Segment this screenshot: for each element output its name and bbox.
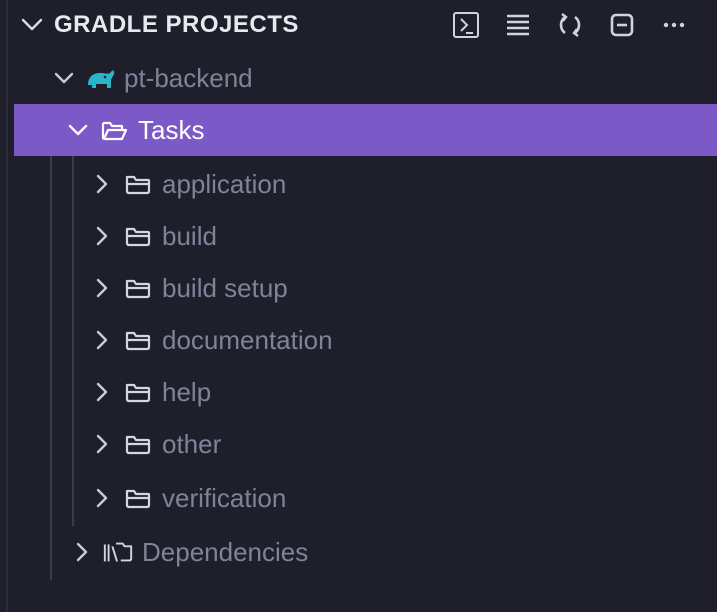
chevron-right-icon[interactable] — [88, 326, 116, 354]
tree-item-task-group[interactable]: build — [14, 210, 717, 262]
dependencies-label: Dependencies — [142, 536, 309, 567]
folder-icon — [122, 272, 154, 304]
chevron-right-icon[interactable] — [88, 484, 116, 512]
more-icon[interactable] — [655, 6, 693, 44]
folder-open-icon — [98, 114, 130, 146]
task-group-label: help — [162, 376, 212, 407]
task-group-label: other — [162, 428, 222, 459]
panel-header[interactable]: GRADLE PROJECTS — [0, 0, 717, 50]
project-label: pt-backend — [124, 62, 253, 93]
folder-icon — [122, 220, 154, 252]
task-group-label: documentation — [162, 324, 333, 355]
task-group-label: verification — [162, 482, 287, 513]
tree-item-task-group[interactable]: application — [14, 158, 717, 210]
gradle-elephant-icon — [84, 62, 116, 94]
chevron-down-icon[interactable] — [18, 11, 46, 39]
terminal-icon[interactable] — [447, 6, 485, 44]
chevron-right-icon[interactable] — [88, 274, 116, 302]
library-icon — [102, 536, 134, 568]
tree-item-task-group[interactable]: other — [14, 418, 717, 470]
tree-item-project[interactable]: pt-backend — [14, 52, 717, 104]
chevron-right-icon[interactable] — [88, 378, 116, 406]
task-group-label: build — [162, 220, 217, 251]
tree-item-task-group[interactable]: documentation — [14, 314, 717, 366]
panel-toolbar — [447, 6, 693, 44]
folder-icon — [122, 168, 154, 200]
tree-item-tasks[interactable]: Tasks — [14, 104, 717, 156]
folder-icon — [122, 324, 154, 356]
chevron-right-icon[interactable] — [88, 170, 116, 198]
chevron-down-icon[interactable] — [64, 116, 92, 144]
folder-icon — [122, 428, 154, 460]
refresh-icon[interactable] — [551, 6, 589, 44]
task-group-label: application — [162, 168, 287, 199]
chevron-right-icon[interactable] — [68, 538, 96, 566]
tasks-label: Tasks — [138, 114, 205, 145]
gradle-projects-panel: GRADLE PROJECTS pt-backend Tasks applica… — [0, 0, 717, 612]
tree-item-dependencies[interactable]: Dependencies — [14, 526, 717, 578]
folder-icon — [122, 482, 154, 514]
panel-left-border — [6, 0, 8, 612]
list-icon[interactable] — [499, 6, 537, 44]
tree-item-task-group[interactable]: help — [14, 366, 717, 418]
folder-icon — [122, 376, 154, 408]
chevron-right-icon[interactable] — [88, 430, 116, 458]
chevron-down-icon[interactable] — [50, 64, 78, 92]
task-group-label: build setup — [162, 272, 288, 303]
chevron-right-icon[interactable] — [88, 222, 116, 250]
collapse-all-icon[interactable] — [603, 6, 641, 44]
panel-title: GRADLE PROJECTS — [54, 11, 299, 38]
tree-item-task-group[interactable]: build setup — [14, 262, 717, 314]
tree-item-task-group[interactable]: verification — [14, 472, 717, 524]
